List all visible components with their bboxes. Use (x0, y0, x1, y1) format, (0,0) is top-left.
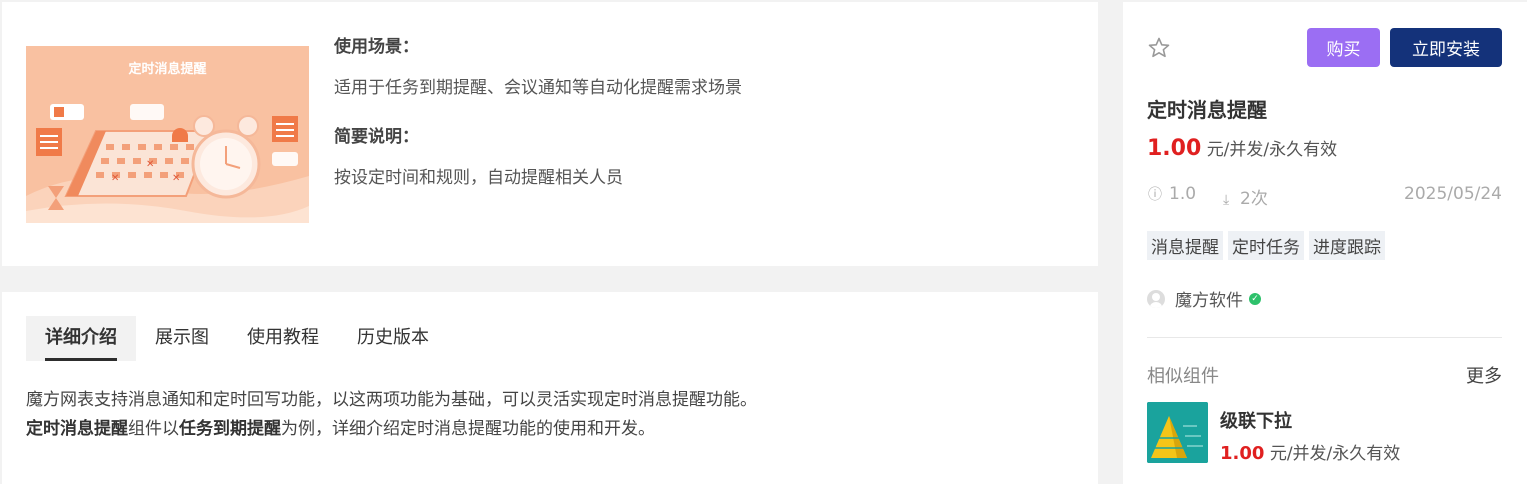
detail-tabs: 详细介绍 展示图 使用教程 历史版本 (26, 316, 448, 361)
svg-text:✕: ✕ (172, 173, 180, 184)
similar-price-unit: 元/并发/永久有效 (1269, 444, 1401, 464)
price-unit: 元/并发/永久有效 (1206, 140, 1338, 160)
svg-text:✕: ✕ (146, 159, 154, 170)
price-value: 1.00 (1147, 136, 1202, 161)
svg-text:✕: ✕ (111, 173, 119, 184)
similar-item-thumbnail (1147, 402, 1208, 463)
summary-text: 按设定时间和规则，自动提醒相关人员 (334, 168, 623, 188)
tab-screenshots[interactable]: 展示图 (136, 316, 228, 361)
tab-history[interactable]: 历史版本 (338, 316, 448, 361)
avatar (1147, 289, 1165, 308)
similar-item-title[interactable]: 级联下拉 (1220, 407, 1400, 433)
download-icon: ⤓ (1222, 192, 1230, 208)
tag-list: 消息提醒 定时任务 进度跟踪 (1147, 231, 1385, 260)
buy-button[interactable]: 购买 (1307, 28, 1380, 67)
similar-item-info: 级联下拉 1.00 元/并发/永久有效 (1220, 402, 1400, 464)
description-bold-1: 定时消息提醒 (26, 419, 128, 439)
brief-summary: 简要说明： 按设定时间和规则，自动提醒相关人员 (334, 122, 623, 188)
vendor[interactable]: 魔方软件 ✓ (1147, 286, 1261, 311)
description-line-1: 魔方网表支持消息通知和定时回写功能，以这两项功能为基础，可以灵活实现定时消息提醒… (26, 390, 757, 410)
scenario-heading: 使用场景： (334, 37, 419, 57)
install-button[interactable]: 立即安装 (1390, 28, 1502, 67)
similar-header: 相似组件 更多 (1147, 362, 1502, 388)
verified-icon: ✓ (1249, 292, 1261, 305)
detail-description: 魔方网表支持消息通知和定时回写功能，以这两项功能为基础，可以灵活实现定时消息提醒… (26, 386, 757, 444)
favorite-star-icon[interactable] (1147, 36, 1171, 60)
detail-card: 详细介绍 展示图 使用教程 历史版本 魔方网表支持消息通知和定时回写功能，以这两… (2, 292, 1098, 484)
description-bold-2: 任务到期提醒 (179, 419, 281, 439)
similar-heading: 相似组件 (1147, 366, 1219, 387)
tab-tutorial[interactable]: 使用教程 (228, 316, 338, 361)
download-info: ⤓ 2次 (1218, 184, 1268, 209)
cover-image: ✕ ✕ ✕ 定时消息提醒 (26, 46, 309, 223)
more-link[interactable]: 更多 (1466, 362, 1502, 388)
version-info: ⓘ 1.0 (1147, 184, 1196, 209)
component-intro-card: ✕ ✕ ✕ 定时消息提醒 使用场景： 适用于任务到期提醒、会议通知等自动化提醒需… (2, 2, 1098, 266)
similar-item-price: 1.00 元/并发/永久有效 (1220, 439, 1400, 464)
pyramid-icon (1147, 402, 1208, 463)
description-line-2: 定时消息提醒组件以任务到期提醒为例，详细介绍定时消息提醒功能的使用和开发。 (26, 415, 757, 444)
divider (1147, 337, 1502, 338)
download-count: 2次 (1240, 189, 1268, 209)
product-sidebar: 购买 立即安装 定时消息提醒 1.00 元/并发/永久有效 ⓘ 1.0 ⤓ 2次 2… (1123, 2, 1527, 484)
version-value: 1.0 (1169, 184, 1197, 204)
product-price: 1.00 元/并发/永久有效 (1147, 135, 1337, 161)
description-text-2: 为例，详细介绍定时消息提醒功能的使用和开发。 (281, 419, 655, 439)
product-meta: ⓘ 1.0 ⤓ 2次 2025/05/24 (1147, 184, 1502, 209)
similar-price-value: 1.00 (1220, 443, 1265, 464)
info-icon: ⓘ (1148, 187, 1162, 203)
summary-heading: 简要说明： (334, 127, 419, 147)
similar-item[interactable]: 级联下拉 1.00 元/并发/永久有效 (1147, 402, 1400, 464)
release-date: 2025/05/24 (1404, 184, 1502, 204)
tag[interactable]: 进度跟踪 (1309, 231, 1385, 260)
product-title: 定时消息提醒 (1147, 98, 1267, 122)
vendor-name: 魔方软件 (1175, 291, 1243, 311)
usage-scenario: 使用场景： 适用于任务到期提醒、会议通知等自动化提醒需求场景 (334, 32, 742, 98)
cover-title: 定时消息提醒 (128, 62, 207, 77)
tag[interactable]: 消息提醒 (1147, 231, 1223, 260)
scenario-text: 适用于任务到期提醒、会议通知等自动化提醒需求场景 (334, 78, 742, 98)
tag[interactable]: 定时任务 (1228, 231, 1304, 260)
description-text-1: 组件以 (128, 419, 179, 439)
tab-details[interactable]: 详细介绍 (26, 316, 136, 361)
